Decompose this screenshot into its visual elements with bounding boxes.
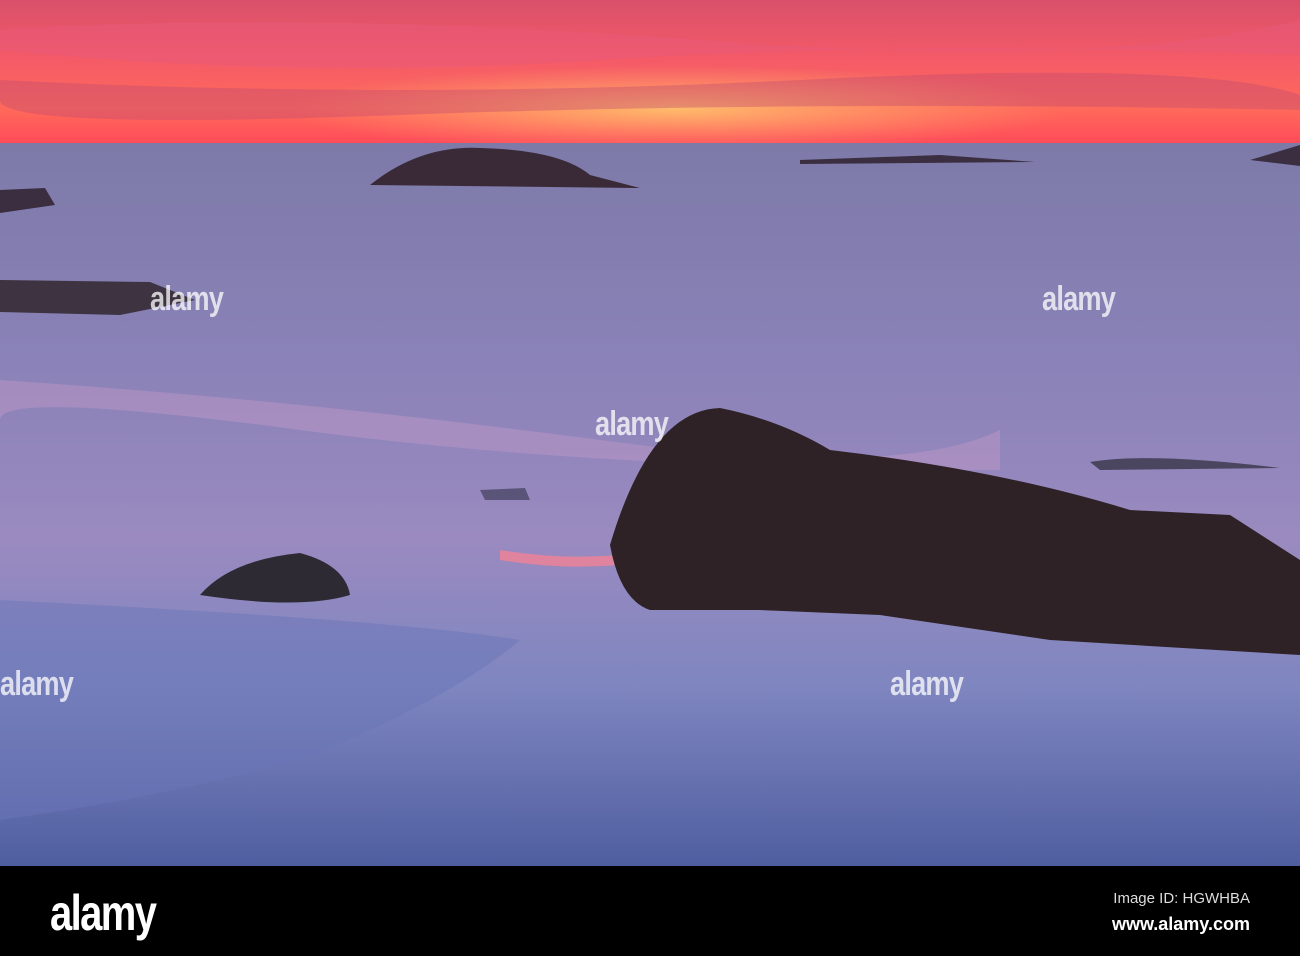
watermark: alamy: [595, 405, 669, 443]
alamy-logo: alamy: [50, 885, 157, 941]
watermark: alamy: [0, 665, 74, 703]
image-id: Image ID: HGWHBA: [1113, 890, 1250, 907]
watermark: alamy: [890, 665, 964, 703]
website-link[interactable]: www.alamy.com: [1112, 914, 1250, 935]
footer-bar: alamy Image ID: HGWHBA www.alamy.com: [0, 866, 1300, 956]
watermark: alamy: [150, 280, 224, 318]
watermark: alamy: [1042, 280, 1116, 318]
